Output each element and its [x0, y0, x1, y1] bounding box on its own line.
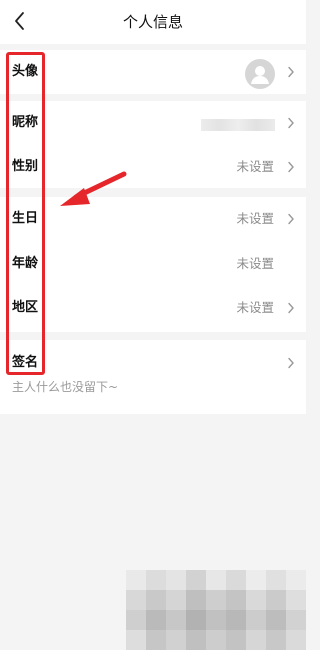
- birthday-value: 未设置: [236, 211, 274, 226]
- chevron-right-icon: [288, 161, 294, 173]
- label-highlight-box: [6, 52, 45, 375]
- region-value: 未设置: [236, 300, 274, 315]
- avatar-row[interactable]: 头像: [0, 52, 306, 92]
- gender-row[interactable]: 性别 未设置: [0, 147, 306, 187]
- chevron-right-icon: [288, 302, 294, 314]
- annotation-arrow-icon: [60, 171, 127, 206]
- age-row: 年龄 未设置: [0, 244, 306, 284]
- nickname-value-blurred: [201, 119, 275, 131]
- details-section: 生日 未设置 年龄 未设置 地区 未设置: [0, 197, 306, 332]
- basic-section: 昵称 性别 未设置: [0, 101, 306, 188]
- signature-value: 主人什么也没留下~: [12, 380, 119, 394]
- page-title: 个人信息: [122, 13, 183, 31]
- chevron-right-icon: [288, 357, 294, 369]
- chevron-right-icon: [288, 66, 294, 78]
- birthday-row[interactable]: 生日 未设置: [0, 199, 306, 239]
- chevron-right-icon: [288, 117, 294, 129]
- signature-row[interactable]: 签名: [0, 343, 306, 383]
- region-row[interactable]: 地区 未设置: [0, 288, 306, 328]
- age-value: 未设置: [236, 256, 274, 271]
- signature-section: 签名: [0, 340, 306, 414]
- user-icon: [251, 66, 269, 84]
- avatar[interactable]: [245, 59, 275, 89]
- nickname-row[interactable]: 昵称: [0, 103, 306, 143]
- gender-value: 未设置: [236, 159, 274, 174]
- avatar-section: 头像: [0, 50, 306, 94]
- chevron-right-icon: [288, 213, 294, 225]
- blurred-watermark: [126, 570, 306, 650]
- top-bar: 个人信息: [0, 0, 306, 44]
